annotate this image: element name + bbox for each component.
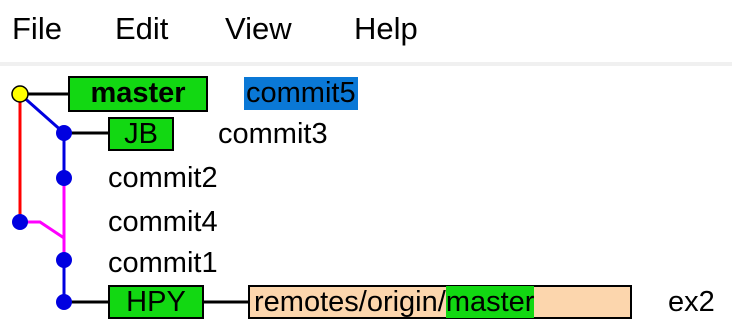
branch-tag-jb[interactable]: JB [108, 117, 174, 151]
commit-node [12, 214, 28, 230]
branch-tag-hpy[interactable]: HPY [108, 285, 204, 319]
commit-message[interactable]: ex2 [668, 285, 715, 319]
remote-prefix: remotes/origin/ [254, 286, 446, 318]
remote-branch-name: master [445, 286, 535, 318]
head-commit-node [11, 85, 29, 103]
commit-node [56, 252, 72, 268]
commit-node [56, 125, 72, 141]
commit-message[interactable]: commit3 [218, 117, 328, 151]
commit-message-selected[interactable]: commit5 [244, 77, 358, 110]
commit-node [56, 294, 72, 310]
branch-tag-master[interactable]: master [68, 76, 208, 112]
lane-blue-diagonal [19, 92, 65, 135]
commit-node [56, 170, 72, 186]
commit-message[interactable]: commit4 [108, 205, 218, 239]
remote-branch-tag[interactable]: remotes/origin/master [248, 285, 632, 319]
commit-message[interactable]: commit2 [108, 161, 218, 195]
commit-message[interactable]: commit1 [108, 246, 218, 280]
